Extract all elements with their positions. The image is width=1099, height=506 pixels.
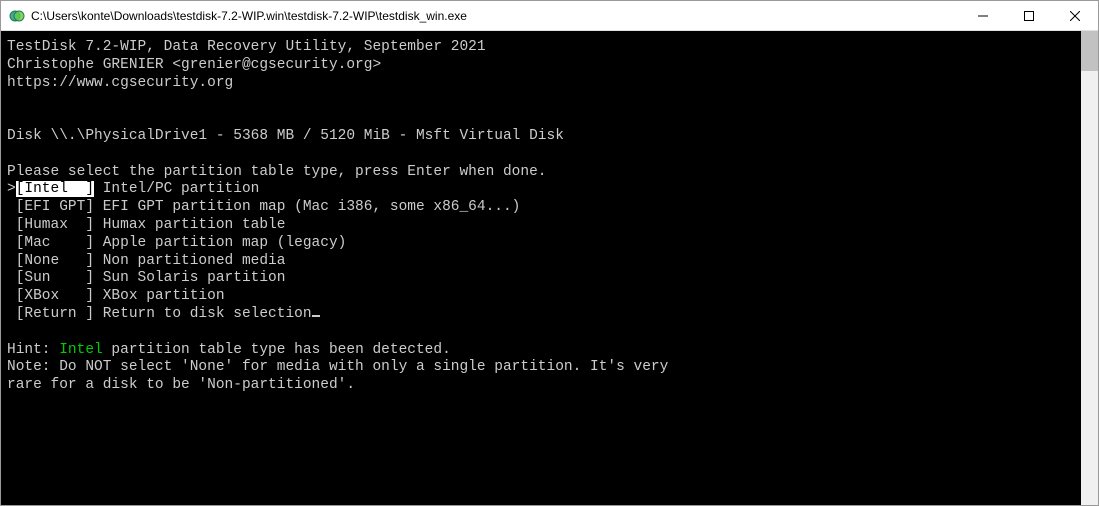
- app-icon: [9, 8, 25, 24]
- close-button[interactable]: [1052, 1, 1098, 31]
- note-line: Note: Do NOT select 'None' for media wit…: [7, 359, 668, 393]
- vertical-scrollbar[interactable]: [1081, 31, 1098, 505]
- header-line-2: Christophe GRENIER <grenier@cgsecurity.o…: [7, 57, 381, 73]
- terminal-content[interactable]: TestDisk 7.2-WIP, Data Recovery Utility,…: [1, 31, 1081, 505]
- title-bar[interactable]: C:\Users\konte\Downloads\testdisk-7.2-WI…: [1, 1, 1098, 31]
- partition-menu[interactable]: >[Intel ] Intel/PC partition [EFI GPT] E…: [7, 181, 520, 322]
- window-title: C:\Users\konte\Downloads\testdisk-7.2-WI…: [31, 9, 960, 23]
- window-controls: [960, 1, 1098, 31]
- prompt: Please select the partition table type, …: [7, 164, 547, 180]
- header-line-3: https://www.cgsecurity.org: [7, 75, 233, 91]
- minimize-button[interactable]: [960, 1, 1006, 31]
- scroll-thumb[interactable]: [1081, 31, 1098, 71]
- disk-info: Disk \\.\PhysicalDrive1 - 5368 MB / 5120…: [7, 128, 564, 144]
- detected-type: Intel: [59, 342, 103, 358]
- hint-line: Hint: Intel partition table type has bee…: [7, 342, 451, 358]
- maximize-button[interactable]: [1006, 1, 1052, 31]
- header-line-1: TestDisk 7.2-WIP, Data Recovery Utility,…: [7, 39, 486, 55]
